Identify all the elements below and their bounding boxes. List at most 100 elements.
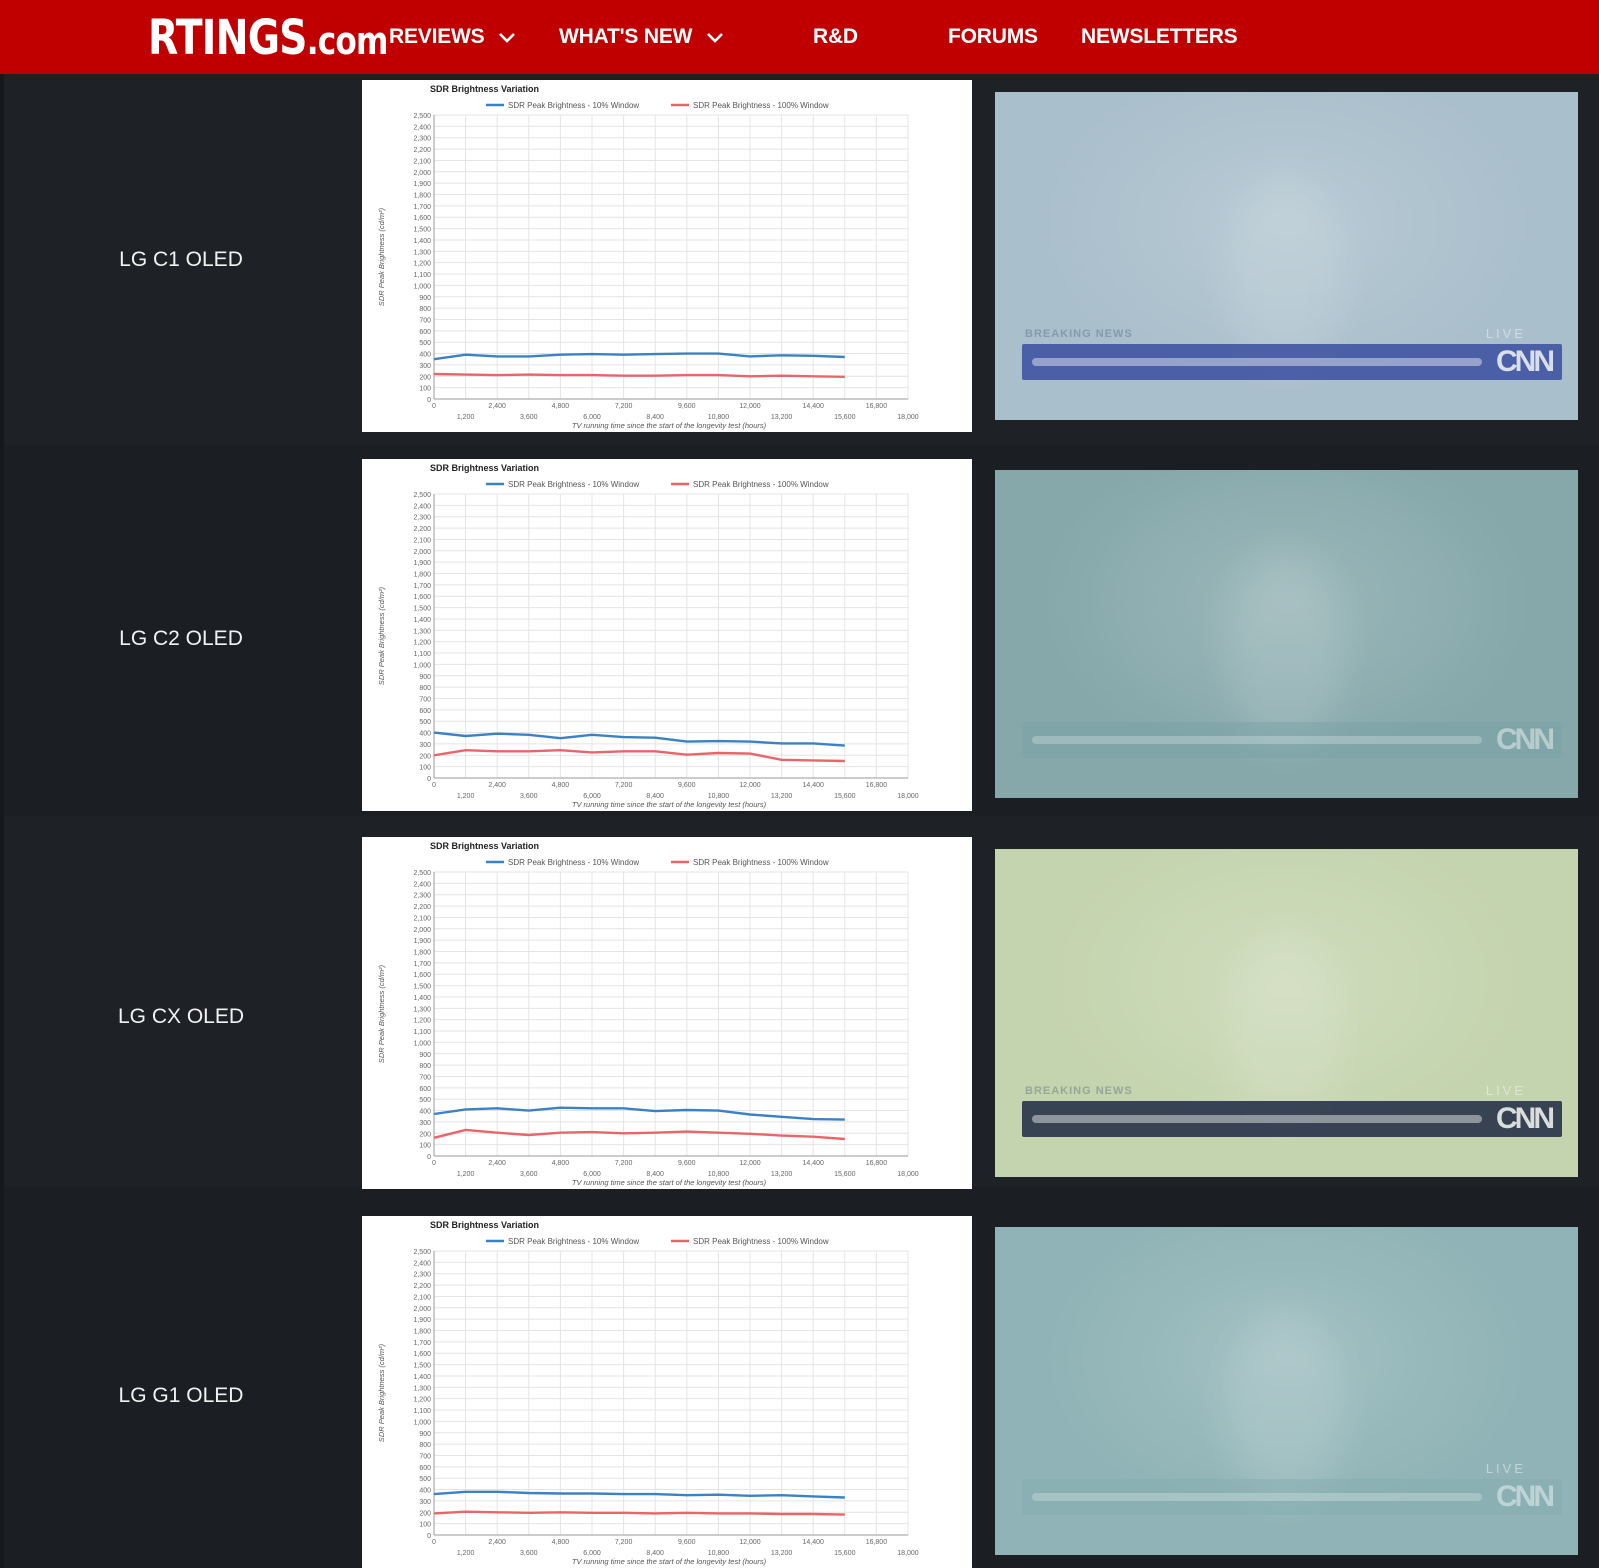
nav-whats-new[interactable]: WHAT'S NEW <box>559 24 724 50</box>
chart-title: SDR Brightness Variation <box>430 1220 539 1230</box>
chart-svg: SDR Brightness Variation SDR Peak Brightn… <box>377 841 919 1187</box>
nav-newsletters[interactable]: NEWSLETTERS <box>1081 24 1238 50</box>
y-tick-label: 2,500 <box>413 492 431 499</box>
y-tick-label: 500 <box>419 340 431 347</box>
x-tick-label: 8,400 <box>646 1171 664 1178</box>
y-tick-label: 1,700 <box>413 204 431 211</box>
y-tick-label: 400 <box>419 352 431 359</box>
y-tick-label: 0 <box>427 397 431 404</box>
x-tick-label: 16,800 <box>866 782 888 789</box>
y-tick-label: 700 <box>419 1074 431 1081</box>
y-tick-label: 900 <box>419 1052 431 1059</box>
x-tick-label: 3,600 <box>520 414 538 421</box>
x-tick-label: 3,600 <box>520 1171 538 1178</box>
nav-rnd-label: R&D <box>813 25 858 48</box>
burn-in-photo[interactable]: BREAKING NEWS LIVE CNN <box>995 849 1578 1177</box>
y-tick-label: 1,200 <box>413 640 431 647</box>
nav-whats-new-label: WHAT'S NEW <box>559 25 693 48</box>
y-tick-label: 2,500 <box>413 1249 431 1256</box>
ticker-text-blur <box>1032 1115 1482 1123</box>
y-tick-label: 2,100 <box>413 915 431 922</box>
brightness-chart[interactable]: SDR Brightness Variation SDR Peak Brightn… <box>362 1216 972 1568</box>
x-tick-label: 12,000 <box>739 1539 761 1546</box>
chart-svg: SDR Brightness Variation SDR Peak Brightn… <box>377 463 919 809</box>
x-tick-label: 15,600 <box>834 793 856 800</box>
y-tick-label: 1,300 <box>413 1385 431 1392</box>
y-tick-label: 500 <box>419 719 431 726</box>
x-axis-label: TV running time since the start of the l… <box>572 1557 767 1566</box>
tv-name[interactable]: LG G1 OLED <box>64 1384 298 1408</box>
tv-name[interactable]: LG C1 OLED <box>64 248 298 272</box>
x-tick-label: 6,000 <box>583 793 601 800</box>
y-tick-label: 1,500 <box>413 1363 431 1370</box>
y-tick-label: 800 <box>419 1063 431 1070</box>
y-tick-label: 1,600 <box>413 1351 431 1358</box>
x-tick-label: 16,800 <box>866 1539 888 1546</box>
chart-svg: SDR Brightness Variation SDR Peak Brightn… <box>377 1220 919 1566</box>
brightness-chart[interactable]: SDR Brightness Variation SDR Peak Brightn… <box>362 80 972 432</box>
y-tick-label: 600 <box>419 329 431 336</box>
burn-in-photo[interactable]: LIVE CNN <box>995 1227 1578 1555</box>
y-axis-label: SDR Peak Brightness (cd/m²) <box>377 964 386 1063</box>
tv-name[interactable]: LG C2 OLED <box>64 627 298 651</box>
x-tick-label: 0 <box>432 1539 436 1546</box>
x-tick-label: 9,600 <box>678 1160 696 1167</box>
x-tick-label: 18,000 <box>897 414 919 421</box>
y-tick-label: 1,400 <box>413 238 431 245</box>
x-tick-label: 8,400 <box>646 793 664 800</box>
y-tick-label: 1,100 <box>413 1029 431 1036</box>
y-tick-label: 1,100 <box>413 1408 431 1415</box>
burn-in-photo[interactable]: BREAKING NEWS LIVE CNN <box>995 92 1578 420</box>
x-tick-label: 13,200 <box>771 793 793 800</box>
ticker-text-blur <box>1032 736 1482 744</box>
y-tick-label: 1,800 <box>413 950 431 957</box>
nav-rnd[interactable]: R&D <box>813 24 858 50</box>
y-tick-label: 900 <box>419 674 431 681</box>
y-tick-label: 300 <box>419 742 431 749</box>
tv-name[interactable]: LG CX OLED <box>64 1005 298 1029</box>
y-tick-label: 200 <box>419 1510 431 1517</box>
y-tick-label: 2,400 <box>413 124 431 131</box>
nav-reviews-label: REVIEWS <box>389 25 485 48</box>
x-tick-label: 0 <box>432 1160 436 1167</box>
nav-reviews[interactable]: REVIEWS <box>389 24 516 50</box>
photo-highlight <box>1225 550 1345 750</box>
nav-forums-label: FORUMS <box>948 25 1038 48</box>
chart-svg: SDR Brightness Variation SDR Peak Brightn… <box>377 84 919 430</box>
burn-in-photo[interactable]: CNN <box>995 470 1578 798</box>
y-tick-label: 1,900 <box>413 938 431 945</box>
x-tick-label: 4,800 <box>552 403 570 410</box>
tv-row: LG G1 OLED SDR Brightness Variation SDR Pe… <box>4 1187 1599 1568</box>
tv-row: LG C1 OLED SDR Brightness Variation SDR Pe… <box>4 74 1599 445</box>
y-tick-label: 100 <box>419 1143 431 1150</box>
y-tick-label: 1,800 <box>413 572 431 579</box>
x-tick-label: 1,200 <box>457 793 475 800</box>
x-tick-label: 10,800 <box>708 1171 730 1178</box>
y-tick-label: 2,200 <box>413 147 431 154</box>
site-logo[interactable]: RTINGS .com <box>148 12 388 62</box>
y-tick-label: 200 <box>419 753 431 760</box>
y-tick-label: 900 <box>419 295 431 302</box>
ticker-text-blur <box>1032 1493 1482 1501</box>
x-tick-label: 14,400 <box>802 1539 824 1546</box>
x-tick-label: 15,600 <box>834 1550 856 1557</box>
ticker-caption: BREAKING NEWS <box>1025 1085 1133 1097</box>
brightness-chart[interactable]: SDR Brightness Variation SDR Peak Brightn… <box>362 837 972 1189</box>
x-tick-label: 2,400 <box>488 1539 506 1546</box>
y-tick-label: 2,300 <box>413 1272 431 1279</box>
y-tick-label: 1,800 <box>413 1329 431 1336</box>
y-tick-label: 2,200 <box>413 904 431 911</box>
y-tick-label: 1,000 <box>413 283 431 290</box>
y-tick-label: 600 <box>419 708 431 715</box>
y-tick-label: 1,900 <box>413 560 431 567</box>
x-tick-label: 16,800 <box>866 403 888 410</box>
nav-forums[interactable]: FORUMS <box>948 24 1038 50</box>
x-tick-label: 16,800 <box>866 1160 888 1167</box>
x-tick-label: 12,000 <box>739 782 761 789</box>
y-tick-label: 300 <box>419 1120 431 1127</box>
brightness-chart[interactable]: SDR Brightness Variation SDR Peak Brightn… <box>362 459 972 811</box>
y-tick-label: 300 <box>419 363 431 370</box>
y-tick-label: 1,600 <box>413 972 431 979</box>
x-tick-label: 2,400 <box>488 1160 506 1167</box>
x-tick-label: 4,800 <box>552 1539 570 1546</box>
